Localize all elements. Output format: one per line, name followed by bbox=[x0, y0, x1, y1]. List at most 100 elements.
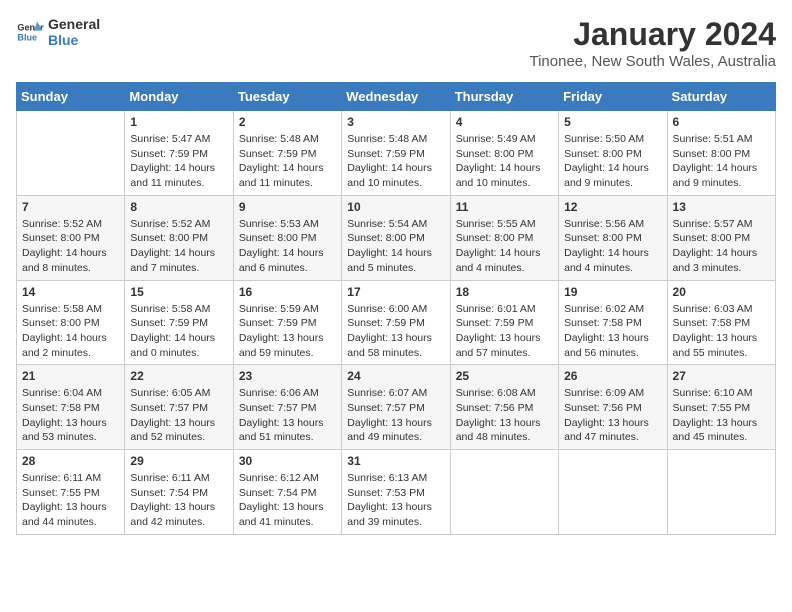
calendar-cell: 7 Sunrise: 5:52 AM Sunset: 8:00 PM Daylig… bbox=[17, 195, 125, 280]
day-info: Sunrise: 5:57 AM Sunset: 8:00 PM Dayligh… bbox=[673, 217, 770, 276]
day-info: Sunrise: 6:08 AM Sunset: 7:56 PM Dayligh… bbox=[456, 386, 553, 445]
day-number: 29 bbox=[130, 454, 227, 468]
day-number: 18 bbox=[456, 285, 553, 299]
weekday-header-friday: Friday bbox=[559, 83, 667, 111]
day-number: 26 bbox=[564, 369, 661, 383]
calendar-cell bbox=[559, 450, 667, 535]
calendar-cell: 23 Sunrise: 6:06 AM Sunset: 7:57 PM Dayli… bbox=[233, 365, 341, 450]
day-number: 10 bbox=[347, 200, 444, 214]
day-info: Sunrise: 5:53 AM Sunset: 8:00 PM Dayligh… bbox=[239, 217, 336, 276]
day-info: Sunrise: 5:48 AM Sunset: 7:59 PM Dayligh… bbox=[347, 132, 444, 191]
calendar-table: SundayMondayTuesdayWednesdayThursdayFrid… bbox=[16, 82, 776, 535]
month-year: January 2024 bbox=[529, 16, 776, 53]
day-info: Sunrise: 5:54 AM Sunset: 8:00 PM Dayligh… bbox=[347, 217, 444, 276]
calendar-cell: 18 Sunrise: 6:01 AM Sunset: 7:59 PM Dayli… bbox=[450, 280, 558, 365]
day-info: Sunrise: 5:59 AM Sunset: 7:59 PM Dayligh… bbox=[239, 302, 336, 361]
calendar-week-row: 28 Sunrise: 6:11 AM Sunset: 7:55 PM Dayli… bbox=[17, 450, 776, 535]
day-info: Sunrise: 6:04 AM Sunset: 7:58 PM Dayligh… bbox=[22, 386, 119, 445]
day-number: 8 bbox=[130, 200, 227, 214]
day-info: Sunrise: 5:58 AM Sunset: 8:00 PM Dayligh… bbox=[22, 302, 119, 361]
day-number: 14 bbox=[22, 285, 119, 299]
day-info: Sunrise: 5:55 AM Sunset: 8:00 PM Dayligh… bbox=[456, 217, 553, 276]
weekday-header-sunday: Sunday bbox=[17, 83, 125, 111]
day-info: Sunrise: 5:47 AM Sunset: 7:59 PM Dayligh… bbox=[130, 132, 227, 191]
calendar-week-row: 7 Sunrise: 5:52 AM Sunset: 8:00 PM Daylig… bbox=[17, 195, 776, 280]
calendar-cell: 1 Sunrise: 5:47 AM Sunset: 7:59 PM Daylig… bbox=[125, 111, 233, 196]
page-header: General Blue General Blue January 2024 T… bbox=[16, 16, 776, 70]
calendar-cell: 15Sunrise: 5:58 AM Sunset: 7:59 PM Dayli… bbox=[125, 280, 233, 365]
calendar-cell: 28 Sunrise: 6:11 AM Sunset: 7:55 PM Dayli… bbox=[17, 450, 125, 535]
day-info: Sunrise: 6:03 AM Sunset: 7:58 PM Dayligh… bbox=[673, 302, 770, 361]
calendar-cell: 6 Sunrise: 5:51 AM Sunset: 8:00 PM Daylig… bbox=[667, 111, 775, 196]
weekday-header-wednesday: Wednesday bbox=[342, 83, 450, 111]
day-info: Sunrise: 6:12 AM Sunset: 7:54 PM Dayligh… bbox=[239, 471, 336, 530]
day-info: Sunrise: 6:05 AM Sunset: 7:57 PM Dayligh… bbox=[130, 386, 227, 445]
day-number: 24 bbox=[347, 369, 444, 383]
calendar-cell: 3 Sunrise: 5:48 AM Sunset: 7:59 PM Daylig… bbox=[342, 111, 450, 196]
calendar-cell: 26 Sunrise: 6:09 AM Sunset: 7:56 PM Dayli… bbox=[559, 365, 667, 450]
weekday-header-saturday: Saturday bbox=[667, 83, 775, 111]
calendar-cell: 29 Sunrise: 6:11 AM Sunset: 7:54 PM Dayli… bbox=[125, 450, 233, 535]
calendar-week-row: 1 Sunrise: 5:47 AM Sunset: 7:59 PM Daylig… bbox=[17, 111, 776, 196]
day-info: Sunrise: 6:01 AM Sunset: 7:59 PM Dayligh… bbox=[456, 302, 553, 361]
calendar-cell: 17 Sunrise: 6:00 AM Sunset: 7:59 PM Dayli… bbox=[342, 280, 450, 365]
day-info: Sunrise: 5:52 AM Sunset: 8:00 PM Dayligh… bbox=[22, 217, 119, 276]
location: Tinonee, New South Wales, Australia bbox=[529, 53, 776, 70]
calendar-cell: 16 Sunrise: 5:59 AM Sunset: 7:59 PM Dayli… bbox=[233, 280, 341, 365]
calendar-cell: 27 Sunrise: 6:10 AM Sunset: 7:55 PM Dayli… bbox=[667, 365, 775, 450]
day-info: Sunrise: 5:48 AM Sunset: 7:59 PM Dayligh… bbox=[239, 132, 336, 191]
calendar-cell: 21Sunrise: 6:04 AM Sunset: 7:58 PM Dayli… bbox=[17, 365, 125, 450]
day-number: 27 bbox=[673, 369, 770, 383]
day-number: 4 bbox=[456, 115, 553, 129]
weekday-header-row: SundayMondayTuesdayWednesdayThursdayFrid… bbox=[17, 83, 776, 111]
day-number: 3 bbox=[347, 115, 444, 129]
day-info: Sunrise: 5:50 AM Sunset: 8:00 PM Dayligh… bbox=[564, 132, 661, 191]
day-info: Sunrise: 6:11 AM Sunset: 7:54 PM Dayligh… bbox=[130, 471, 227, 530]
calendar-cell: 2Sunrise: 5:48 AM Sunset: 7:59 PM Daylig… bbox=[233, 111, 341, 196]
calendar-cell: 31Sunrise: 6:13 AM Sunset: 7:53 PM Dayli… bbox=[342, 450, 450, 535]
day-number: 30 bbox=[239, 454, 336, 468]
day-number: 19 bbox=[564, 285, 661, 299]
calendar-cell bbox=[450, 450, 558, 535]
day-number: 20 bbox=[673, 285, 770, 299]
day-number: 6 bbox=[673, 115, 770, 129]
day-number: 11 bbox=[456, 200, 553, 214]
day-number: 7 bbox=[22, 200, 119, 214]
calendar-cell: 22 Sunrise: 6:05 AM Sunset: 7:57 PM Dayli… bbox=[125, 365, 233, 450]
day-number: 15 bbox=[130, 285, 227, 299]
logo-general: General bbox=[48, 16, 100, 32]
day-number: 16 bbox=[239, 285, 336, 299]
day-number: 23 bbox=[239, 369, 336, 383]
calendar-cell: 4 Sunrise: 5:49 AM Sunset: 8:00 PM Daylig… bbox=[450, 111, 558, 196]
calendar-cell: 13 Sunrise: 5:57 AM Sunset: 8:00 PM Dayli… bbox=[667, 195, 775, 280]
day-number: 25 bbox=[456, 369, 553, 383]
calendar-cell: 11 Sunrise: 5:55 AM Sunset: 8:00 PM Dayli… bbox=[450, 195, 558, 280]
day-number: 13 bbox=[673, 200, 770, 214]
day-info: Sunrise: 6:11 AM Sunset: 7:55 PM Dayligh… bbox=[22, 471, 119, 530]
calendar-week-row: 14 Sunrise: 5:58 AM Sunset: 8:00 PM Dayli… bbox=[17, 280, 776, 365]
day-number: 9 bbox=[239, 200, 336, 214]
title-block: January 2024 Tinonee, New South Wales, A… bbox=[529, 16, 776, 70]
day-number: 22 bbox=[130, 369, 227, 383]
day-info: Sunrise: 5:51 AM Sunset: 8:00 PM Dayligh… bbox=[673, 132, 770, 191]
logo-icon: General Blue bbox=[16, 18, 44, 46]
day-number: 17 bbox=[347, 285, 444, 299]
svg-text:Blue: Blue bbox=[17, 32, 37, 42]
day-info: Sunrise: 6:06 AM Sunset: 7:57 PM Dayligh… bbox=[239, 386, 336, 445]
weekday-header-thursday: Thursday bbox=[450, 83, 558, 111]
day-info: Sunrise: 6:00 AM Sunset: 7:59 PM Dayligh… bbox=[347, 302, 444, 361]
calendar-cell: 24Sunrise: 6:07 AM Sunset: 7:57 PM Dayli… bbox=[342, 365, 450, 450]
day-number: 1 bbox=[130, 115, 227, 129]
day-number: 31 bbox=[347, 454, 444, 468]
calendar-cell: 8Sunrise: 5:52 AM Sunset: 8:00 PM Daylig… bbox=[125, 195, 233, 280]
day-info: Sunrise: 6:09 AM Sunset: 7:56 PM Dayligh… bbox=[564, 386, 661, 445]
day-info: Sunrise: 5:49 AM Sunset: 8:00 PM Dayligh… bbox=[456, 132, 553, 191]
calendar-cell: 20 Sunrise: 6:03 AM Sunset: 7:58 PM Dayli… bbox=[667, 280, 775, 365]
calendar-cell: 9 Sunrise: 5:53 AM Sunset: 8:00 PM Daylig… bbox=[233, 195, 341, 280]
day-info: Sunrise: 6:02 AM Sunset: 7:58 PM Dayligh… bbox=[564, 302, 661, 361]
day-info: Sunrise: 5:56 AM Sunset: 8:00 PM Dayligh… bbox=[564, 217, 661, 276]
day-number: 12 bbox=[564, 200, 661, 214]
calendar-cell: 30 Sunrise: 6:12 AM Sunset: 7:54 PM Dayli… bbox=[233, 450, 341, 535]
day-info: Sunrise: 6:10 AM Sunset: 7:55 PM Dayligh… bbox=[673, 386, 770, 445]
day-number: 28 bbox=[22, 454, 119, 468]
